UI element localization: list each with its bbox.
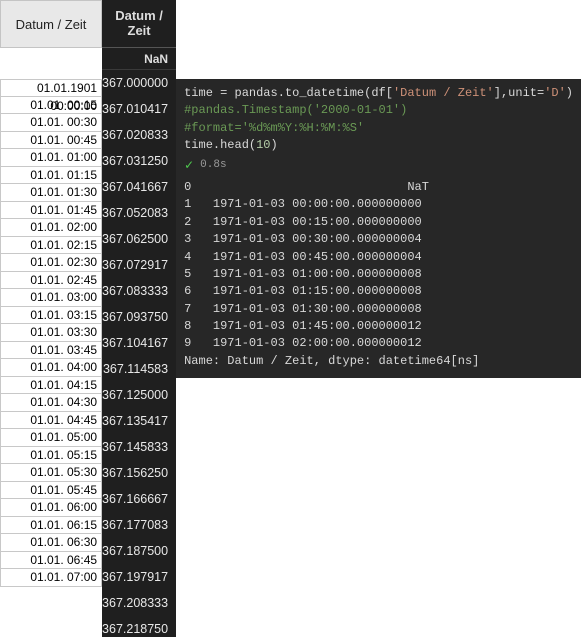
dark-table: Datum / Zeit NaN 367.000000367.010417367… — [102, 0, 176, 637]
light-table-row[interactable]: 01.01. 03:00 — [0, 289, 102, 307]
execution-time: 0.8s — [200, 158, 226, 174]
dark-table-row[interactable]: 367.010417 — [102, 96, 176, 122]
light-table-row[interactable]: 01.01. 06:45 — [0, 552, 102, 570]
light-table-row[interactable]: 01.01. 04:45 — [0, 412, 102, 430]
light-table-row[interactable]: 01.01. 03:30 — [0, 324, 102, 342]
dark-table-row[interactable]: 367.145833 — [102, 434, 176, 460]
dark-table-row[interactable]: 367.197917 — [102, 564, 176, 590]
output-row: 2 1971-01-03 00:15:00.000000000 — [184, 214, 573, 231]
dark-table-row[interactable]: 367.031250 — [102, 148, 176, 174]
light-table-header: Datum / Zeit — [0, 0, 102, 48]
light-table-row[interactable]: 01.01. 02:30 — [0, 254, 102, 272]
output-row: 0 NaT — [184, 179, 573, 196]
light-table-row[interactable]: 01.01. 01:00 — [0, 149, 102, 167]
light-table-row[interactable]: 01.01. 03:15 — [0, 307, 102, 325]
light-table-row[interactable]: 01.01. 07:00 — [0, 569, 102, 587]
dark-table-row[interactable]: 367.093750 — [102, 304, 176, 330]
light-table-row[interactable]: 01.01. 04:15 — [0, 377, 102, 395]
light-table-row[interactable]: 01.01. 04:30 — [0, 394, 102, 412]
dark-table-row[interactable]: 367.218750 — [102, 616, 176, 642]
code-line-1: time = pandas.to_datetime(df['Datum / Ze… — [184, 85, 573, 102]
light-table-row[interactable]: 01.01. 06:15 — [0, 517, 102, 535]
light-table-row[interactable]: 01.01. 00:30 — [0, 114, 102, 132]
output-row: 1 1971-01-03 00:00:00.000000000 — [184, 196, 573, 213]
light-table-row[interactable]: 01.01. 06:00 — [0, 499, 102, 517]
nan-cell: NaN — [102, 48, 176, 70]
light-table-row[interactable]: 01.01. 05:45 — [0, 482, 102, 500]
output-row: 7 1971-01-03 01:30:00.000000008 — [184, 301, 573, 318]
output-footer: Name: Datum / Zeit, dtype: datetime64[ns… — [184, 353, 573, 370]
dark-table-row[interactable]: 367.083333 — [102, 278, 176, 304]
output-row: 4 1971-01-03 00:45:00.000000004 — [184, 249, 573, 266]
light-table-row[interactable]: 01.01. 02:15 — [0, 237, 102, 255]
light-table-row[interactable]: 01.01. 06:30 — [0, 534, 102, 552]
code-line-4: time.head(10) — [184, 137, 573, 154]
notebook-panel: time = pandas.to_datetime(df['Datum / Ze… — [176, 0, 581, 637]
dark-table-row[interactable]: 367.072917 — [102, 252, 176, 278]
dark-table-row[interactable]: 367.125000 — [102, 382, 176, 408]
output-row: 8 1971-01-03 01:45:00.000000012 — [184, 318, 573, 335]
dark-table-row[interactable]: 367.052083 — [102, 200, 176, 226]
light-table: Datum / Zeit 01.01.1901 00:00:0001.01. 0… — [0, 0, 102, 637]
light-table-row[interactable]: 01.01. 02:45 — [0, 272, 102, 290]
code-cell[interactable]: time = pandas.to_datetime(df['Datum / Ze… — [176, 79, 581, 378]
output-row: 3 1971-01-03 00:30:00.000000004 — [184, 231, 573, 248]
light-table-row[interactable]: 01.01.1901 00:00:00 — [0, 79, 102, 97]
light-table-row[interactable]: 01.01. 02:00 — [0, 219, 102, 237]
light-table-row[interactable]: 01.01. 00:45 — [0, 132, 102, 150]
dark-table-row[interactable]: 367.135417 — [102, 408, 176, 434]
dark-table-row[interactable]: 367.156250 — [102, 460, 176, 486]
dark-table-row[interactable]: 367.000000 — [102, 70, 176, 96]
light-table-row[interactable]: 01.01. 04:00 — [0, 359, 102, 377]
dark-table-row[interactable]: 367.187500 — [102, 538, 176, 564]
light-table-row[interactable]: 01.01. 01:45 — [0, 202, 102, 220]
dark-table-row[interactable]: 367.208333 — [102, 590, 176, 616]
dark-table-row[interactable]: 367.104167 — [102, 330, 176, 356]
light-table-row[interactable]: 01.01. 01:15 — [0, 167, 102, 185]
check-icon: ✓ — [184, 158, 194, 175]
light-table-row[interactable]: 01.01. 05:00 — [0, 429, 102, 447]
light-table-row[interactable]: 01.01. 00:15 — [0, 97, 102, 115]
light-table-row[interactable]: 01.01. 03:45 — [0, 342, 102, 360]
dark-table-row[interactable]: 367.114583 — [102, 356, 176, 382]
code-line-3: #format='%d%m%Y:%H:%M:%S' — [184, 120, 573, 137]
light-table-row[interactable]: 01.01. 05:15 — [0, 447, 102, 465]
light-table-row[interactable]: 01.01. 05:30 — [0, 464, 102, 482]
output-row: 9 1971-01-03 02:00:00.000000012 — [184, 335, 573, 352]
code-line-2: #pandas.Timestamp('2000-01-01') — [184, 102, 573, 119]
dark-table-row[interactable]: 367.020833 — [102, 122, 176, 148]
dark-table-row[interactable]: 367.166667 — [102, 486, 176, 512]
dark-table-row[interactable]: 367.041667 — [102, 174, 176, 200]
execution-status: ✓ 0.8s — [184, 158, 573, 175]
output-row: 6 1971-01-03 01:15:00.000000008 — [184, 283, 573, 300]
output-row: 5 1971-01-03 01:00:00.000000008 — [184, 266, 573, 283]
dark-table-row[interactable]: 367.062500 — [102, 226, 176, 252]
light-table-row[interactable]: 01.01. 01:30 — [0, 184, 102, 202]
dark-table-row[interactable]: 367.177083 — [102, 512, 176, 538]
dark-table-header: Datum / Zeit — [102, 0, 176, 48]
